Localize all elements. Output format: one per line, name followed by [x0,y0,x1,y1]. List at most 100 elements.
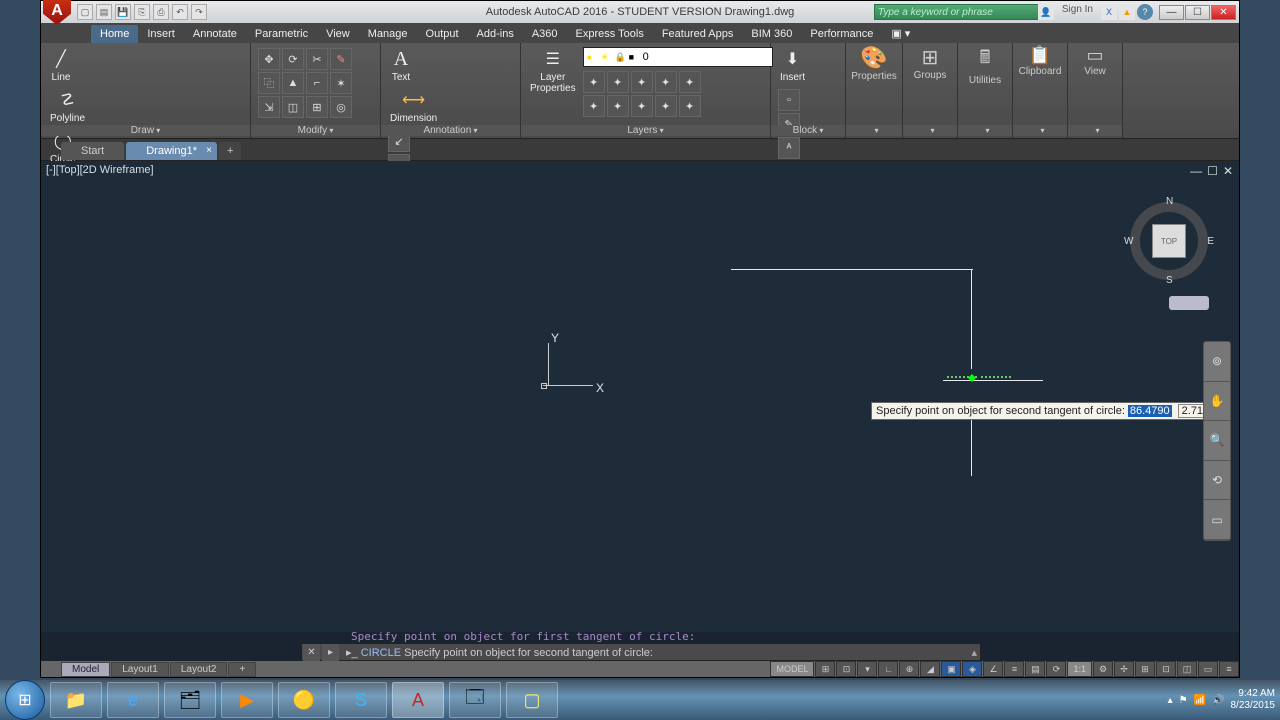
panel-prop-arrow[interactable] [846,125,902,136]
layer-tool-icon[interactable]: ✦ [631,95,653,117]
cmd-recent-icon[interactable]: ▸ [322,644,339,661]
transparency-icon[interactable]: ▤ [1025,661,1045,677]
attr-icon[interactable]: ᴬ [778,137,800,159]
layer-tool-icon[interactable]: ✦ [607,95,629,117]
tab-a360[interactable]: A360 [523,25,567,43]
cleanscreen-icon[interactable]: ▭ [1198,661,1218,677]
qat-plot-icon[interactable]: ⎙ [153,4,169,20]
infer-icon[interactable]: ▾ [857,661,877,677]
clipboard-icon[interactable]: 📋 [1029,45,1051,66]
array-icon[interactable]: ⊞ [306,96,328,118]
annoscale-button[interactable]: 1:1 [1067,661,1092,677]
tray-volume-icon[interactable]: 🔊 [1212,695,1224,706]
tab-manage[interactable]: Manage [359,25,417,43]
start-button[interactable]: ⊞ [5,680,45,720]
stayconnected-icon[interactable]: ▲ [1119,4,1135,20]
mirror-icon[interactable]: ▲ [282,72,304,94]
vp-close-icon[interactable]: ✕ [1223,164,1233,178]
customize-icon[interactable]: ≡ [1219,661,1239,677]
panel-groups-arrow[interactable] [903,125,957,136]
close-tab-icon[interactable]: × [206,145,212,156]
tab-drawing1[interactable]: Drawing1*× [126,142,217,160]
tab-parametric[interactable]: Parametric [246,25,317,43]
panel-util-arrow[interactable] [958,125,1012,136]
rotate-icon[interactable]: ⟳ [282,48,304,70]
copy-icon[interactable]: ⿻ [258,72,280,94]
nav-showmotion-icon[interactable]: ▭ [1204,500,1230,540]
tab-featured[interactable]: Featured Apps [653,25,743,43]
otrack-icon[interactable]: ∠ [983,661,1003,677]
command-line[interactable]: ✕ ▸ ▸_ CIRCLE Specify point on object fo… [301,643,981,661]
tray-clock[interactable]: 9:42 AM 8/23/2015 [1231,688,1276,712]
vp-restore-icon[interactable]: ☐ [1207,164,1218,178]
snap-icon[interactable]: ⊡ [836,661,856,677]
polyline-button[interactable]: ☡Polyline [45,86,90,127]
osnap-icon[interactable]: ▣ [941,661,961,677]
ortho-icon[interactable]: ∟ [878,661,898,677]
layer-tool-icon[interactable]: ✦ [583,71,605,93]
polar-icon[interactable]: ⊕ [899,661,919,677]
layer-tool-icon[interactable]: ✦ [679,95,701,117]
stretch-icon[interactable]: ⇲ [258,96,280,118]
tab-annotate[interactable]: Annotate [184,25,246,43]
grid-icon[interactable]: ⊞ [815,661,835,677]
nav-wheel-icon[interactable]: ⊚ [1204,342,1230,382]
utilities-icon[interactable]: 🖩 [980,45,991,75]
taskbar-notes-icon[interactable]: ▢ [506,682,558,718]
signin-label[interactable]: Sign In [1062,4,1093,20]
layer-tool-icon[interactable]: ✦ [583,95,605,117]
layer-dropdown[interactable]: ● ☀ 🔒 ■ 0 [583,47,773,67]
create-block-icon[interactable]: ▫ [778,89,800,111]
tab-insert[interactable]: Insert [138,25,184,43]
iso-icon[interactable]: ◢ [920,661,940,677]
taskbar-ie-icon[interactable]: e [107,682,159,718]
panel-block-title[interactable]: Block [771,125,845,136]
tray-arrow-icon[interactable]: ▴ [1168,695,1173,706]
3dosnap-icon[interactable]: ◈ [962,661,982,677]
taskbar-explorer-icon[interactable]: 📁 [50,682,102,718]
qat-save-icon[interactable]: 💾 [115,4,131,20]
viewcube[interactable]: TOP N S E W [1124,196,1214,286]
layer-tool-icon[interactable]: ✦ [679,71,701,93]
model-space-button[interactable]: MODEL [770,661,814,677]
taskbar-wmp-icon[interactable]: ▶ [221,682,273,718]
view-icon[interactable]: ▭ [1086,45,1103,66]
maximize-button[interactable]: ☐ [1185,5,1210,20]
tab-start[interactable]: Start [61,142,124,160]
close-button[interactable]: ✕ [1211,5,1236,20]
cmd-expand-icon[interactable]: ▴ [968,646,980,659]
qat-saveas-icon[interactable]: ⎘ [134,4,150,20]
taskbar-libraries-icon[interactable]: 🗂 [164,682,216,718]
panel-clip-arrow[interactable] [1013,125,1067,136]
taskbar-chrome-icon[interactable]: 🟡 [278,682,330,718]
qat-open-icon[interactable]: ▤ [96,4,112,20]
layer-tool-icon[interactable]: ✦ [655,95,677,117]
tray-network-icon[interactable]: 📶 [1194,695,1206,706]
viewport-label[interactable]: [-][Top][2D Wireframe] [46,164,154,176]
dimension-button[interactable]: ⟷Dimension [385,86,442,127]
annovis-icon[interactable]: ✢ [1114,661,1134,677]
color-wheel-icon[interactable]: 🎨 [860,45,887,71]
tab-layout1[interactable]: Layout1 [111,662,169,677]
panel-annotation-title[interactable]: Annotation [381,125,520,136]
lwt-icon[interactable]: ≡ [1004,661,1024,677]
signin-icon[interactable]: 👤 [1038,4,1054,20]
isoviews-icon[interactable]: ◫ [1177,661,1197,677]
fillet-icon[interactable]: ⌐ [306,72,328,94]
nav-pan-icon[interactable]: ✋ [1204,382,1230,422]
tab-bim360[interactable]: BIM 360 [742,25,801,43]
layer-tool-icon[interactable]: ✦ [655,71,677,93]
tray-flag-icon[interactable]: ⚑ [1179,695,1188,706]
qat-new-icon[interactable]: ▢ [77,4,93,20]
gear-icon[interactable]: ⚙ [1093,661,1113,677]
layer-tool-icon[interactable]: ✦ [631,71,653,93]
groups-icon[interactable]: ⊞ [922,45,939,70]
panel-modify-title[interactable]: Modify [251,125,380,136]
layerprops-button[interactable]: ☰Layer Properties [525,45,581,119]
tab-addins[interactable]: Add-ins [468,25,523,43]
text-button[interactable]: AText [385,45,417,86]
move-icon[interactable]: ✥ [258,48,280,70]
tab-layout2[interactable]: Layout2 [170,662,228,677]
tab-home[interactable]: Home [91,25,138,43]
ribbon-menu-icon[interactable]: ▣ ▾ [882,24,919,43]
